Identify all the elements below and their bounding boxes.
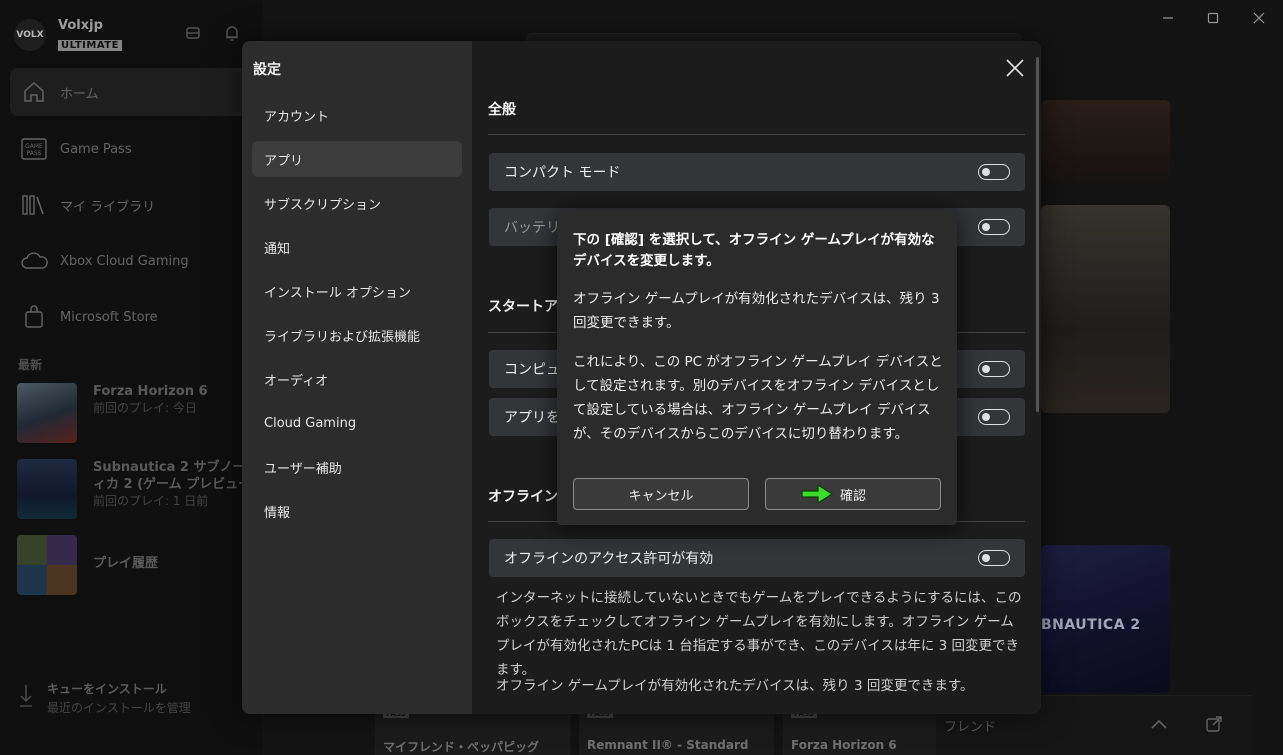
settings-menu-subscription[interactable]: サブスクリプション <box>252 185 462 221</box>
settings-title: 設定 <box>253 62 281 78</box>
offline-access-label: オフラインのアクセス許可が有効 <box>504 551 714 567</box>
cancel-button[interactable]: キャンセル <box>573 478 749 510</box>
confirm-remaining-text: オフライン ゲームプレイが有効化されたデバイスは、残り 3 回変更できます。 <box>573 291 940 331</box>
offline-remaining-text: オフライン ゲームプレイが有効化されたデバイスは、残り 3 回変更できます。 <box>496 678 974 694</box>
compact-mode-toggle[interactable] <box>978 164 1010 180</box>
confirm-dialog: 下の [確認] を選択して、オフライン ゲームプレイが有効なデバイスを変更します… <box>557 210 957 525</box>
offline-access-row[interactable]: オフラインのアクセス許可が有効 <box>489 539 1025 577</box>
section-general-heading: 全般 <box>488 102 516 118</box>
app-close-toggle[interactable] <box>978 409 1010 425</box>
confirm-title: 下の [確認] を選択して、オフライン ゲームプレイが有効なデバイスを変更します… <box>573 232 935 269</box>
settings-menu-accessibility[interactable]: ユーザー補助 <box>252 449 462 485</box>
compact-mode-label: コンパクト モード <box>504 165 621 181</box>
settings-menu-notifications[interactable]: 通知 <box>252 229 462 265</box>
battery-toggle[interactable] <box>978 219 1010 235</box>
settings-menu-account[interactable]: アカウント <box>252 97 462 133</box>
settings-menu-audio[interactable]: オーディオ <box>252 361 462 397</box>
settings-menu-cloud-gaming[interactable]: Cloud Gaming <box>252 405 462 441</box>
settings-menu-app[interactable]: アプリ <box>252 141 462 177</box>
settings-menu: 設定 アカウント アプリ サブスクリプション 通知 インストール オプション ラ… <box>242 41 472 714</box>
confirm-button[interactable]: 確認 <box>765 478 941 510</box>
arrow-right-icon <box>801 483 834 505</box>
close-icon[interactable] <box>1004 57 1026 79</box>
settings-menu-library-extensions[interactable]: ライブラリおよび拡張機能 <box>252 317 462 353</box>
compact-mode-row[interactable]: コンパクト モード <box>489 153 1025 191</box>
scrollbar[interactable] <box>1036 57 1039 412</box>
settings-menu-about[interactable]: 情報 <box>252 493 462 529</box>
divider <box>488 134 1025 135</box>
confirm-button-label: 確認 <box>839 488 866 504</box>
computer-startup-toggle[interactable] <box>978 361 1010 377</box>
settings-menu-install-options[interactable]: インストール オプション <box>252 273 462 309</box>
confirm-explanation: これにより、この PC がオフライン ゲームプレイ デバイスとして設定されます。… <box>573 354 943 442</box>
offline-description: インターネットに接続していないときでもゲームをプレイできるようにするには、このボ… <box>496 590 1022 678</box>
offline-access-toggle[interactable] <box>978 550 1010 566</box>
